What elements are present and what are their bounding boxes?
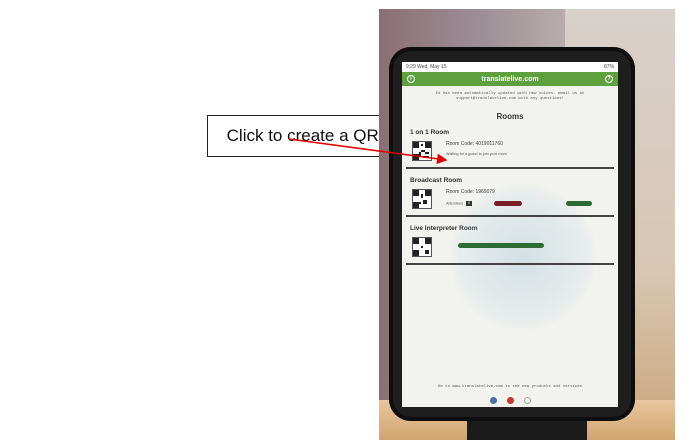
status-battery: 87% (603, 64, 614, 70)
help-icon[interactable]: ? (605, 75, 613, 83)
app-shortcut-icon[interactable] (489, 396, 497, 404)
status-bar: 9:29 Wed, May 15 87% (402, 62, 618, 72)
broadcast-red-button[interactable] (494, 201, 522, 206)
qr-icon (413, 190, 431, 208)
home-icon[interactable] (523, 396, 531, 404)
one-on-one-room-card: Room Code: 4019011760 Waiting for a gues… (406, 139, 614, 169)
tablet-device: 9:29 Wed, May 15 87% i translatelive.com… (389, 47, 635, 421)
interpreter-green-button[interactable] (458, 243, 544, 248)
attendees-row: Attendees 0 (446, 201, 473, 206)
attendees-label: Attendees (446, 201, 464, 206)
qr-icon (413, 238, 431, 256)
tablet-photo: 9:29 Wed, May 15 87% i translatelive.com… (379, 9, 675, 440)
interpreter-room-card (406, 235, 614, 265)
one-on-one-room-label: 1 on 1 Room (410, 129, 450, 136)
app-bar: i translatelive.com ? (402, 72, 618, 86)
broadcast-qr-code[interactable] (412, 189, 432, 209)
app-title: translatelive.com (481, 75, 539, 83)
rooms-heading: Rooms (496, 112, 524, 121)
broadcast-room-card: Room Code: 1969079 Attendees 0 (406, 187, 614, 217)
broadcast-green-button[interactable] (566, 201, 592, 206)
qr-icon (413, 142, 431, 160)
tablet-screen: 9:29 Wed, May 15 87% i translatelive.com… (402, 62, 618, 407)
android-nav-bar (402, 393, 618, 407)
footer-text: Go to www.translatelive.com to see new p… (437, 385, 583, 389)
update-notice: Ed has been automatically updated with n… (435, 92, 585, 101)
broadcast-room-code: Room Code: 1969079 (446, 189, 495, 195)
app-shortcut-icon[interactable] (506, 396, 514, 404)
one-on-one-room-code: Room Code: 4019011760 (446, 141, 503, 147)
attendees-count: 0 (466, 201, 473, 206)
one-on-one-room-status: Waiting for a guest to join your room (446, 152, 507, 156)
interpreter-qr-code[interactable] (412, 237, 432, 257)
status-time: 9:29 Wed, May 15 (406, 64, 447, 70)
qr-code-button[interactable] (412, 141, 432, 161)
info-icon[interactable]: i (407, 75, 415, 83)
